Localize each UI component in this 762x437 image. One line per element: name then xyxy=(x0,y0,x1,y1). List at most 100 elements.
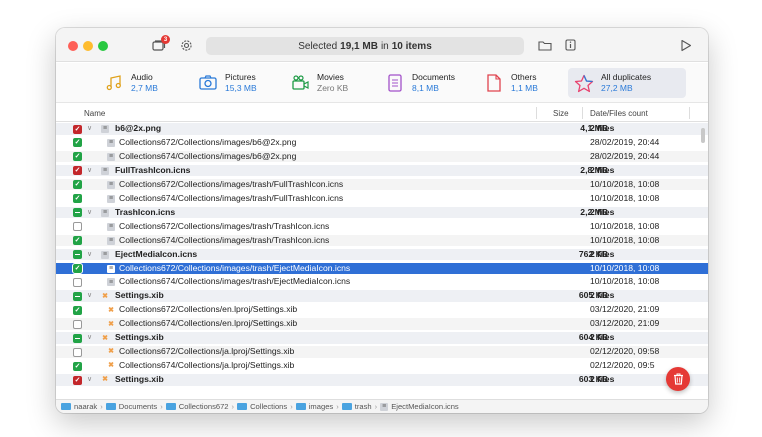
minimize-window-button[interactable] xyxy=(83,41,93,51)
row-checkbox[interactable]: ✓ xyxy=(73,305,82,315)
status-count: 10 items xyxy=(391,40,432,52)
path-label: Collections xyxy=(250,402,288,411)
category-name: Audio xyxy=(131,72,153,82)
category-audio[interactable]: Audio 2,7 MB xyxy=(98,68,164,98)
row-checkbox[interactable] xyxy=(73,208,82,218)
path-item[interactable]: Collections672 xyxy=(165,402,229,411)
info-icon xyxy=(564,39,576,51)
category-documents[interactable]: Documents 8,1 MB xyxy=(379,68,461,98)
row-checkbox[interactable]: ✓ xyxy=(73,124,82,134)
category-size: 27,2 MB xyxy=(601,83,633,93)
duplicate-file-row[interactable]: ✖ Collections674/Collections/en.lproj/Set… xyxy=(56,318,708,330)
file-path: Collections674/Collections/images/trash/… xyxy=(119,192,344,203)
row-checkbox[interactable]: ✓ xyxy=(72,263,83,274)
document-icon xyxy=(385,73,405,93)
duplicate-file-row[interactable]: ✓ ≡ Collections674/Collections/images/b6@2… xyxy=(56,150,708,163)
category-others[interactable]: Others 1,1 MB xyxy=(478,68,544,98)
settings-button[interactable] xyxy=(178,36,194,54)
column-date[interactable]: Date/Files count xyxy=(590,109,648,118)
zoom-window-button[interactable] xyxy=(98,41,108,51)
row-checkbox[interactable] xyxy=(73,347,82,357)
row-checkbox[interactable]: ✓ xyxy=(73,166,82,176)
play-button[interactable] xyxy=(678,36,694,54)
duplicate-file-row[interactable]: ✓ ≡ Collections672/Collections/images/b6@2… xyxy=(56,137,708,149)
duplicate-file-row[interactable]: ✓ ≡ Collections674/Collections/images/tras… xyxy=(56,234,708,247)
path-item[interactable]: Documents xyxy=(105,402,157,411)
row-checkbox[interactable] xyxy=(73,277,82,287)
duplicate-file-row[interactable]: ✓ ✖ Collections672/Collections/en.lproj/Se… xyxy=(56,304,708,316)
row-checkbox[interactable]: ✓ xyxy=(73,152,82,162)
chevron-down-icon[interactable]: ∨ xyxy=(87,249,92,261)
column-divider[interactable] xyxy=(582,107,583,119)
duplicate-group-row[interactable]: ∨ ✖ Settings.xib 605 KB 2 files xyxy=(56,290,708,302)
duplicate-group-row[interactable]: ✓ ∨ ≡ b6@2x.png 4,1 MB 2 files xyxy=(56,123,708,135)
duplicate-file-row[interactable]: ≡ Collections674/Collections/images/trash… xyxy=(56,276,708,288)
file-date: 10/10/2018, 10:08 xyxy=(590,192,660,203)
duplicate-file-row[interactable]: ✖ Collections672/Collections/ja.lproj/Set… xyxy=(56,346,708,358)
status-size: 19,1 MB xyxy=(340,40,378,52)
category-size: 1,1 MB xyxy=(511,83,538,93)
duplicate-group-row[interactable]: ∨ ≡ TrashIcon.icns 2,2 MB 2 files xyxy=(56,206,708,219)
column-name[interactable]: Name xyxy=(84,109,105,118)
file-date: 28/02/2019, 20:44 xyxy=(590,150,660,161)
chevron-down-icon[interactable]: ∨ xyxy=(87,165,92,177)
row-checkbox[interactable]: ✓ xyxy=(73,194,82,204)
column-divider[interactable] xyxy=(536,107,537,119)
row-checkbox[interactable]: ✓ xyxy=(73,236,82,246)
xib-file-icon: ✖ xyxy=(108,348,114,356)
row-checkbox[interactable]: ✓ xyxy=(73,180,82,190)
path-item[interactable]: trash xyxy=(341,402,372,411)
open-folder-button[interactable] xyxy=(536,36,554,54)
path-separator: › xyxy=(290,402,293,411)
file-date: 02/12/2020, 09:58 xyxy=(590,346,660,357)
category-pictures[interactable]: Pictures 15,3 MB xyxy=(192,68,263,98)
duplicate-group-row[interactable]: ∨ ✖ Settings.xib 604 KB 2 files xyxy=(56,332,708,344)
row-checkbox[interactable]: ✓ xyxy=(73,138,82,148)
status-prefix: Selected xyxy=(298,40,338,52)
chevron-down-icon[interactable]: ∨ xyxy=(87,123,92,135)
row-checkbox[interactable] xyxy=(73,250,82,260)
file-path: Collections672/Collections/images/trash/… xyxy=(119,220,330,231)
chevron-down-icon[interactable]: ∨ xyxy=(87,207,92,219)
path-item[interactable]: naarak xyxy=(61,402,97,411)
film-icon xyxy=(290,73,310,93)
path-item[interactable]: images xyxy=(295,402,333,411)
group-file-name: Settings.xib xyxy=(115,332,164,343)
duplicate-group-row[interactable]: ✓ ∨ ✖ Settings.xib 603 KB 2 files xyxy=(56,374,708,386)
path-item[interactable]: ≡ EjectMediaIcon.icns xyxy=(380,402,459,411)
close-window-button[interactable] xyxy=(68,41,78,51)
folder-icon xyxy=(165,403,176,410)
row-checkbox[interactable] xyxy=(73,319,82,329)
category-name: Movies xyxy=(317,72,344,82)
duplicate-file-row[interactable]: ≡ Collections672/Collections/images/trash… xyxy=(56,221,708,233)
file-path: Collections672/Collections/ja.lproj/Sett… xyxy=(119,346,295,357)
column-size[interactable]: Size xyxy=(553,109,569,118)
info-button[interactable] xyxy=(562,36,578,54)
row-checkbox[interactable] xyxy=(73,222,82,232)
duplicate-file-row[interactable]: ✓ ≡ Collections672/Collections/images/tras… xyxy=(56,262,708,274)
duplicate-file-row[interactable]: ✓ ≡ Collections672/Collections/images/tras… xyxy=(56,178,708,191)
chevron-down-icon[interactable]: ∨ xyxy=(87,290,92,302)
chevron-down-icon[interactable]: ∨ xyxy=(87,374,92,386)
category-movies[interactable]: Movies Zero KB xyxy=(284,68,354,98)
file-date: 10/10/2018, 10:08 xyxy=(590,220,660,231)
duplicate-file-row[interactable]: ✓ ✖ Collections674/Collections/ja.lproj/Se… xyxy=(56,360,708,372)
column-divider[interactable] xyxy=(689,107,690,119)
path-item[interactable]: Collections xyxy=(237,402,287,411)
category-all-duplicates[interactable]: All duplicates 27,2 MB xyxy=(568,68,686,98)
image-file-icon: ≡ xyxy=(107,278,115,287)
row-checkbox[interactable]: ✓ xyxy=(73,375,82,385)
duplicate-group-row[interactable]: ∨ ≡ EjectMediaIcon.icns 762 KB 2 files xyxy=(56,248,708,261)
duplicate-group-row[interactable]: ✓ ∨ ≡ FullTrashIcon.icns 2,8 MB 2 files xyxy=(56,164,708,177)
duplicate-file-row[interactable]: ✓ ≡ Collections674/Collections/images/tras… xyxy=(56,193,708,205)
path-label: naarak xyxy=(74,402,98,411)
path-separator: › xyxy=(374,402,378,411)
delete-button[interactable] xyxy=(666,367,690,391)
chevron-down-icon[interactable]: ∨ xyxy=(87,332,92,344)
file-date: 10/10/2018, 10:08 xyxy=(590,234,660,245)
group-file-name: Settings.xib xyxy=(115,290,164,301)
row-checkbox[interactable] xyxy=(73,333,82,343)
vertical-scrollbar[interactable] xyxy=(701,128,705,143)
row-checkbox[interactable] xyxy=(73,291,82,301)
row-checkbox[interactable]: ✓ xyxy=(73,361,82,371)
